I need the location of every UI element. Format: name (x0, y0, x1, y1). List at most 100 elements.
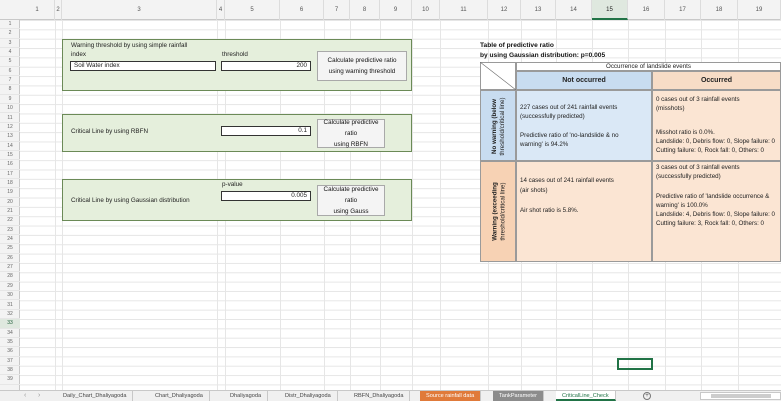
row-header-15[interactable]: 15 (0, 151, 20, 161)
row-header-8[interactable]: 8 (0, 85, 20, 95)
sheet-tab[interactable]: Source rainfall data (420, 391, 482, 401)
row-no-warning-text: No warning (below threshold/critical lin… (491, 91, 506, 162)
scrollbar-thumb[interactable] (711, 394, 771, 398)
row-header-32[interactable]: 32 (0, 310, 20, 320)
row-header-6[interactable]: 6 (0, 67, 20, 77)
horizontal-scrollbar[interactable] (700, 392, 781, 400)
row-header-20[interactable]: 20 (0, 198, 20, 207)
rbfn-panel: Critical Line by using RBFN 0.1 Calculat… (62, 114, 412, 152)
pvalue-field[interactable]: 0.005 (221, 191, 311, 201)
calc-gauss-button[interactable]: Calculate predictive ratio using Gauss (317, 185, 385, 216)
sheet-tab[interactable]: Dhaliyagoda (224, 391, 269, 401)
row-header-36[interactable]: 36 (0, 347, 20, 357)
row-header-29[interactable]: 29 (0, 282, 20, 292)
row-header-16[interactable]: 16 (0, 160, 20, 170)
row-header-38[interactable]: 38 (0, 366, 20, 376)
column-header-9[interactable]: 9 (380, 0, 412, 20)
row-no-warning-line1: No warning (below (491, 99, 498, 154)
column-header-1[interactable]: 1 (20, 0, 55, 20)
w-occ-l1: 3 cases out of 3 rainfall events (656, 164, 740, 171)
row-header-4[interactable]: 4 (0, 48, 20, 58)
panel3-label: Critical Line by using Gaussian distribu… (71, 197, 190, 204)
row-header-28[interactable]: 28 (0, 272, 20, 282)
rainfall-index-field[interactable]: Soil Water index (70, 61, 216, 71)
sheet-tab[interactable]: Chart_Dhaliyagoda (149, 391, 210, 401)
row-header-1[interactable]: 1 (0, 20, 20, 30)
column-header-13[interactable]: 13 (521, 0, 556, 20)
row-header-23[interactable]: 23 (0, 226, 20, 236)
rbfn-value-field[interactable]: 0.1 (221, 126, 311, 136)
col-occurred-header: Occurred (652, 71, 781, 90)
row-header-24[interactable]: 24 (0, 235, 20, 245)
sheet-tab[interactable]: Distr_Dhaliyagoda (279, 391, 338, 401)
row-header-33[interactable]: 33 (0, 319, 20, 329)
sheet-tab[interactable]: Daily_Chart_Dhaliyagoda (57, 391, 134, 401)
row-header-11[interactable]: 11 (0, 114, 20, 123)
row-no-warning-header: No warning (below threshold/critical lin… (480, 90, 516, 161)
row-header-30[interactable]: 30 (0, 291, 20, 301)
row-header-10[interactable]: 10 (0, 104, 20, 114)
sheet-tab[interactable]: TankParameter (493, 391, 544, 401)
column-header-14[interactable]: 14 (556, 0, 592, 20)
column-header-17[interactable]: 17 (665, 0, 701, 20)
row-header-14[interactable]: 14 (0, 142, 20, 151)
next-sheet-button[interactable]: › (38, 392, 40, 399)
calc-rbfn-button[interactable]: Calculate predictive ratio using RBFN (317, 119, 385, 148)
button3-line1: Calculate predictive ratio (323, 186, 379, 204)
spreadsheet-grid[interactable]: 1 2 3 4 5 6 7 8 9 10 11 12 13 14 15 16 17 18 19 1234567891… (0, 0, 781, 390)
column-header-18[interactable]: 18 (701, 0, 738, 20)
row-header-39[interactable]: 39 (0, 375, 20, 385)
row-header-22[interactable]: 22 (0, 216, 20, 226)
column-headers: 1 2 3 4 5 6 7 8 9 10 11 12 13 14 15 16 17 18 19 (0, 0, 781, 20)
column-header-3[interactable]: 3 (62, 0, 217, 20)
column-header-7[interactable]: 7 (324, 0, 350, 20)
prev-sheet-button[interactable]: ‹ (24, 392, 26, 399)
column-header-11[interactable]: 11 (440, 0, 488, 20)
button2-line2: using RBFN (334, 141, 368, 148)
row-header-25[interactable]: 25 (0, 244, 20, 254)
col-not-occurred-header: Not occurred (516, 71, 652, 90)
row-header-7[interactable]: 7 (0, 76, 20, 86)
row-header-35[interactable]: 35 (0, 338, 20, 348)
row-header-3[interactable]: 3 (0, 39, 20, 49)
column-header-6[interactable]: 6 (280, 0, 324, 20)
selected-cell[interactable] (617, 358, 653, 370)
calc-warning-threshold-button[interactable]: Calculate predictive ratio using warning… (317, 51, 407, 81)
w-no-l2: (air shots) (520, 187, 548, 194)
column-header-8[interactable]: 8 (350, 0, 380, 20)
row-header-26[interactable]: 26 (0, 254, 20, 264)
warning-threshold-panel: Warning threshold by using simple rainfa… (62, 39, 412, 91)
nw-no-l1: 227 cases out of 241 rainfall events (520, 104, 618, 111)
w-occ-l6: Landslide: 4, Debris flow: 0, Slope fail… (656, 211, 776, 218)
row-header-27[interactable]: 27 (0, 263, 20, 273)
cell-warning-notoccurred: 14 cases out of 241 rainfall events (air… (516, 161, 652, 262)
column-header-10[interactable]: 10 (412, 0, 440, 20)
nw-no-l2: (successfully predicted) (520, 113, 585, 120)
row-header-34[interactable]: 34 (0, 329, 20, 338)
row-header-37[interactable]: 37 (0, 357, 20, 366)
column-header-2[interactable]: 2 (55, 0, 62, 20)
row-warning-line2: threshold/critical line) (499, 182, 506, 241)
column-header-5[interactable]: 5 (225, 0, 280, 20)
row-header-12[interactable]: 12 (0, 123, 20, 133)
add-sheet-icon[interactable]: + (643, 392, 651, 400)
column-header-19[interactable]: 19 (738, 0, 781, 20)
column-header-12[interactable]: 12 (488, 0, 521, 20)
column-header-4[interactable]: 4 (217, 0, 225, 20)
row-header-13[interactable]: 13 (0, 132, 20, 142)
row-header-18[interactable]: 18 (0, 179, 20, 189)
sheet-tab[interactable]: CriticalLine_Check (556, 391, 616, 401)
column-header-16[interactable]: 16 (628, 0, 665, 20)
row-header-19[interactable]: 19 (0, 188, 20, 198)
row-header-5[interactable]: 5 (0, 57, 20, 67)
row-header-9[interactable]: 9 (0, 95, 20, 105)
row-header-31[interactable]: 31 (0, 301, 20, 310)
row-header-17[interactable]: 17 (0, 170, 20, 179)
threshold-field[interactable]: 200 (221, 61, 311, 71)
column-header-15[interactable]: 15 (592, 0, 628, 20)
row-header-2[interactable]: 2 (0, 29, 20, 39)
nw-no-l4: Predictive ratio of 'no-landslide & no (520, 132, 619, 139)
row-header-21[interactable]: 21 (0, 207, 20, 217)
occurrence-header-text: Occurrence of landslide events (606, 63, 691, 70)
sheet-tab[interactable]: RBFN_Dhaliyagoda (348, 391, 411, 401)
